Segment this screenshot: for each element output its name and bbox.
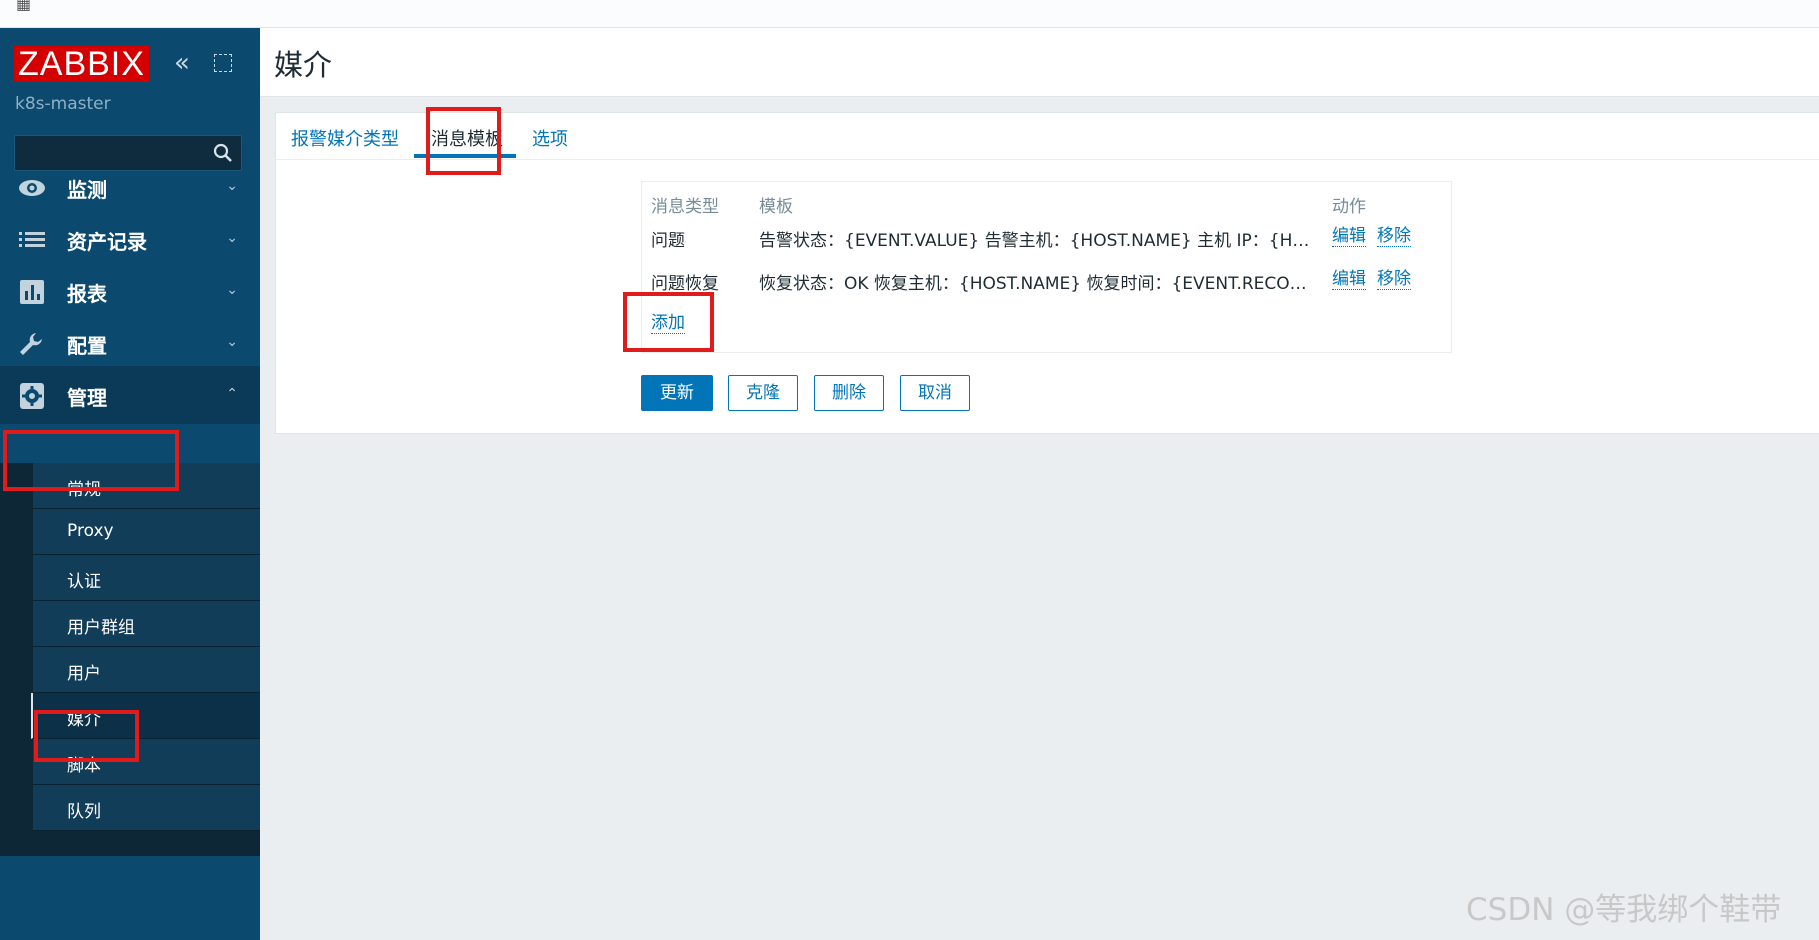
chevron-down-icon: ⌄ <box>226 334 238 350</box>
server-hostname: k8s-master <box>15 94 111 114</box>
submenu-label: Proxy <box>67 521 114 541</box>
wrench-icon <box>20 333 42 355</box>
chevron-down-icon: ⌄ <box>226 230 238 246</box>
edit-link[interactable]: 编辑 <box>1332 226 1366 247</box>
template-text: 告警状态：{EVENT.VALUE} 告警主机：{HOST.NAME} 主机 I… <box>759 231 1310 251</box>
menu-item-reports[interactable]: 报表 ⌄ <box>0 262 260 320</box>
menu-item-inventory[interactable]: 资产记录 ⌄ <box>0 210 260 268</box>
edit-link[interactable]: 编辑 <box>1332 269 1366 290</box>
delete-button[interactable]: 删除 <box>814 375 884 411</box>
submenu-item-user-groups[interactable]: 用户群组 <box>33 601 260 647</box>
remove-link[interactable]: 移除 <box>1377 269 1411 290</box>
bar-chart-icon <box>20 280 44 304</box>
menu-label: 管理 <box>67 386 107 410</box>
menu-item-administration[interactable]: 管理 ⌃ <box>0 366 260 424</box>
submenu-item-proxy[interactable]: Proxy <box>33 509 260 555</box>
menu-label: 监测 <box>67 178 107 202</box>
menu-item-monitoring[interactable]: 监测 ⌄ <box>0 158 260 216</box>
tab-media-type[interactable]: 报警媒介类型 <box>291 125 399 151</box>
menu-label: 资产记录 <box>67 230 147 254</box>
watermark: CSDN @等我绑个鞋带 <box>1466 892 1782 928</box>
menu-label: 配置 <box>67 334 107 358</box>
collapse-sidebar-icon[interactable]: « <box>174 50 190 76</box>
annotation-box-admin <box>3 430 179 491</box>
administration-submenu: 常规 Proxy 认证 用户群组 用户 媒介 脚本 队列 <box>0 463 260 856</box>
clone-button[interactable]: 克隆 <box>728 375 798 411</box>
list-icon <box>19 232 45 247</box>
remove-link[interactable]: 移除 <box>1377 226 1411 247</box>
media-type-form: 报警媒介类型 消息模板 选项 消息类型 模板 动作 问题 告警状态：{EVENT… <box>275 112 1819 434</box>
message-templates-table: 消息类型 模板 动作 问题 告警状态：{EVENT.VALUE} 告警主机：{H… <box>641 181 1452 353</box>
tab-bar: 报警媒介类型 消息模板 选项 <box>276 113 1819 160</box>
template-text: 恢复状态：OK 恢复主机：{HOST.NAME} 恢复时间：{EVENT.REC… <box>759 274 1307 294</box>
annotation-box-add <box>623 292 714 352</box>
template-type: 问题 <box>651 231 685 251</box>
template-type: 问题恢复 <box>651 274 719 294</box>
submenu-item-users[interactable]: 用户 <box>33 647 260 693</box>
gear-icon <box>20 383 44 409</box>
zabbix-logo[interactable]: ZABBIX <box>14 46 149 82</box>
annotation-box-tab <box>426 107 501 175</box>
menu-item-configuration[interactable]: 配置 ⌄ <box>0 314 260 372</box>
title-bar <box>260 28 1819 97</box>
chevron-down-icon: ⌄ <box>226 282 238 298</box>
menu-label: 报表 <box>67 282 107 306</box>
submenu-label: 用户 <box>67 664 101 684</box>
submenu-label: 用户群组 <box>67 618 135 638</box>
submenu-item-authentication[interactable]: 认证 <box>33 555 260 601</box>
page-title: 媒介 <box>274 48 333 82</box>
top-bar: ▦ <box>0 0 1819 28</box>
submenu-label: 认证 <box>67 572 101 592</box>
kiosk-mode-icon[interactable] <box>214 54 232 72</box>
column-header: 模板 <box>759 197 793 217</box>
submenu-item-queue[interactable]: 队列 <box>33 785 260 831</box>
submenu-label: 队列 <box>67 802 101 822</box>
chevron-up-icon: ⌃ <box>226 386 238 402</box>
column-header: 动作 <box>1332 197 1366 217</box>
eye-icon <box>19 180 45 196</box>
chevron-down-icon: ⌄ <box>226 178 238 194</box>
tab-options[interactable]: 选项 <box>532 125 568 151</box>
annotation-box-media <box>34 710 139 762</box>
apps-grid-icon[interactable]: ▦ <box>16 0 31 13</box>
cancel-button[interactable]: 取消 <box>900 375 970 411</box>
update-button[interactable]: 更新 <box>641 375 713 411</box>
column-header: 消息类型 <box>651 197 719 217</box>
